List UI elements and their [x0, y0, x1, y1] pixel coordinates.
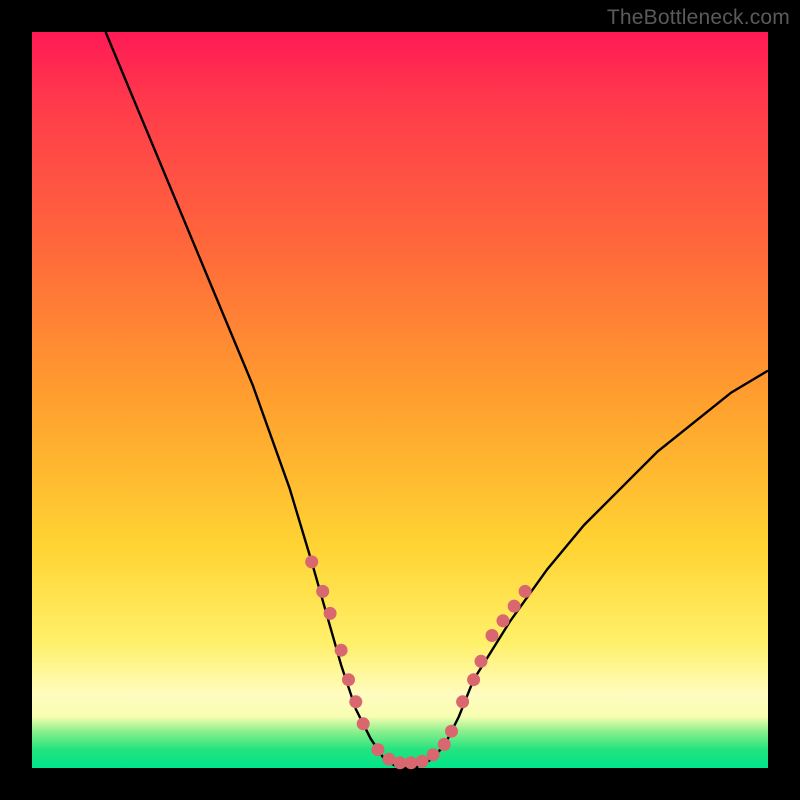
highlight-dot: [383, 753, 396, 766]
highlight-dot: [427, 748, 440, 761]
chart-frame: TheBottleneck.com: [0, 0, 800, 800]
highlight-dot: [508, 600, 521, 613]
bottleneck-curve-path: [106, 32, 768, 768]
highlight-dot: [342, 673, 355, 686]
highlight-dot: [405, 756, 418, 769]
highlight-dot: [475, 655, 488, 668]
highlight-dot: [371, 743, 384, 756]
chart-svg: [32, 32, 768, 768]
highlight-dot: [357, 717, 370, 730]
plot-area: [32, 32, 768, 768]
highlight-dot: [316, 585, 329, 598]
highlight-dot: [335, 644, 348, 657]
highlight-dot: [486, 629, 499, 642]
highlight-dot: [467, 673, 480, 686]
highlight-dot: [324, 607, 337, 620]
watermark-text: TheBottleneck.com: [607, 6, 790, 30]
highlight-dot: [305, 555, 318, 568]
highlight-dot: [445, 725, 458, 738]
highlight-dot: [416, 755, 429, 768]
highlight-dot: [438, 738, 451, 751]
highlight-dot: [456, 695, 469, 708]
highlight-dot: [497, 614, 510, 627]
highlight-dot: [519, 585, 532, 598]
highlight-dot: [349, 695, 362, 708]
